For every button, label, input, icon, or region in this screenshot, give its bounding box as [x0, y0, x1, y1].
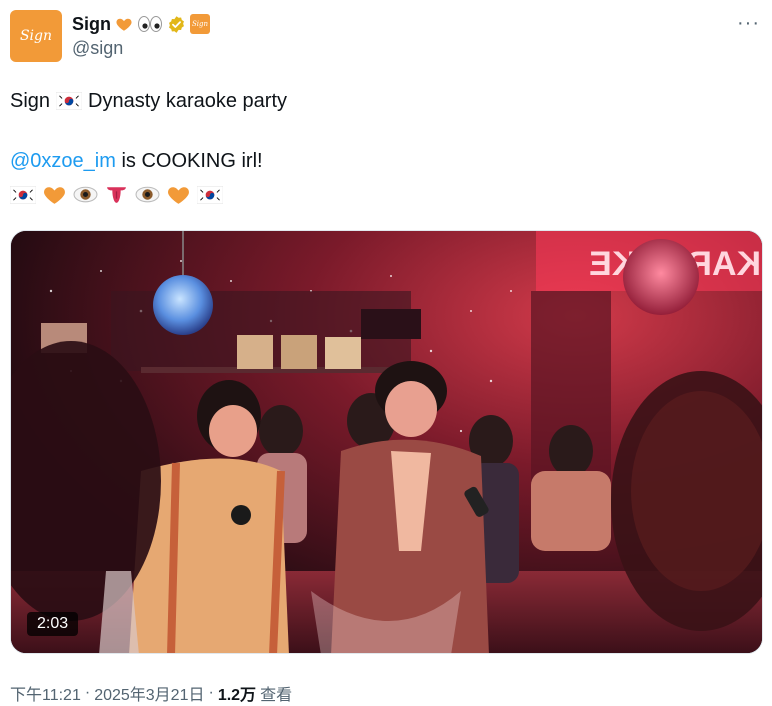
views-count: 1.2万: [217, 687, 257, 704]
eyes-icon: [138, 16, 162, 32]
sign-badge-icon: Sign: [190, 14, 210, 34]
korea-flag-icon: [56, 92, 83, 110]
korea-flag-icon: [10, 185, 36, 204]
tweet-line-2-suffix: is COOKING irl!: [115, 150, 263, 172]
avatar[interactable]: Sign: [10, 10, 62, 62]
tweet-date[interactable]: 2025年3月21日: [94, 681, 204, 705]
avatar-logo-text: Sign: [19, 28, 53, 44]
meta-separator: ·: [208, 684, 214, 701]
eye-icon: [135, 186, 160, 203]
more-options-button[interactable]: ···: [737, 12, 760, 35]
tongue-icon: [107, 187, 126, 203]
orange-heart-icon: [44, 187, 65, 204]
orange-heart-icon: [168, 187, 189, 204]
meta-separator: ·: [84, 684, 91, 701]
views-label[interactable]: 查看: [260, 681, 292, 705]
emoji-row: [10, 182, 287, 207]
tweet-line-1: Sign Dynasty karaoke party: [10, 88, 287, 114]
tweet-meta: 下午11:21 · 2025年3月21日 · 1.2万 查看: [10, 681, 292, 705]
orange-heart-icon: [116, 18, 132, 31]
tweet-text: Sign Dynasty karaoke party @0xzoe_im is …: [10, 88, 287, 207]
mention-link[interactable]: @0xzoe_im: [10, 150, 116, 172]
author-handle[interactable]: @sign: [72, 38, 123, 59]
tweet-line-1-suffix: Dynasty karaoke party: [88, 90, 288, 112]
video-frame: KARAOKE: [11, 231, 762, 653]
eye-icon: [73, 186, 98, 203]
verified-icon: [169, 15, 184, 33]
author-name-row: Sign Sign: [72, 12, 210, 36]
video-duration-badge: 2:03: [27, 612, 79, 636]
tweet-line-2: @0xzoe_im is COOKING irl!: [10, 148, 287, 174]
display-name[interactable]: Sign: [72, 14, 111, 35]
korea-flag-icon: [197, 185, 223, 204]
tweet-line-1-prefix: Sign: [10, 90, 51, 112]
video-player[interactable]: KARAOKE 2:03: [10, 230, 763, 654]
tweet-time[interactable]: 下午11:21: [10, 681, 81, 705]
